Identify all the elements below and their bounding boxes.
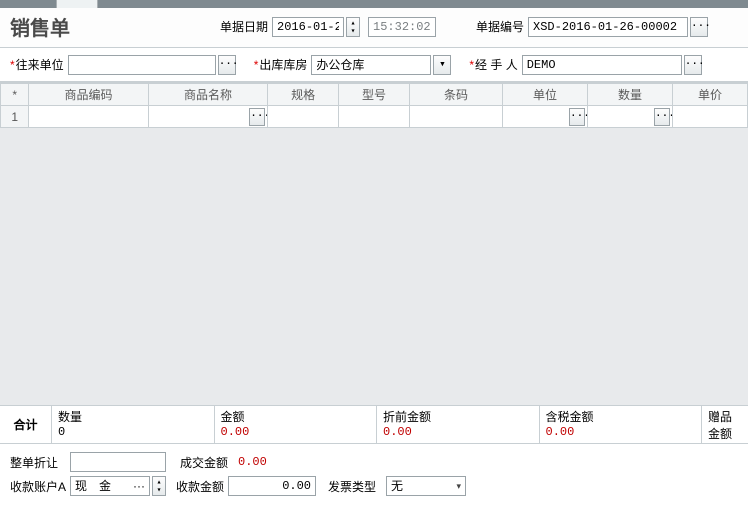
cell-model[interactable] bbox=[339, 106, 410, 128]
date-stepper[interactable]: ▴ ▾ bbox=[346, 17, 360, 37]
deal-amt-label: 成交金额 bbox=[180, 454, 228, 471]
cell-unit-lookup[interactable]: ··· bbox=[569, 108, 585, 126]
criteria-bar: 往来单位 ··· 出库库房 ▾ 经 手 人 ··· bbox=[0, 48, 748, 82]
acct-label: 收款账户A bbox=[10, 478, 66, 495]
deal-amt-value: 0.00 bbox=[238, 455, 267, 469]
col-qty[interactable]: 数量 bbox=[588, 84, 673, 106]
partner-lookup[interactable]: ··· bbox=[218, 55, 236, 75]
active-tab[interactable] bbox=[56, 0, 98, 8]
summary-gift: 赠品金额 bbox=[702, 406, 748, 443]
inv-select[interactable]: 无 ▾ bbox=[386, 476, 466, 496]
col-model[interactable]: 型号 bbox=[339, 84, 410, 106]
row-number: 1 bbox=[1, 106, 29, 128]
col-unit[interactable]: 单位 bbox=[503, 84, 588, 106]
cell-qty[interactable]: ··· bbox=[588, 106, 673, 128]
recv-label: 收款金额 bbox=[176, 478, 224, 495]
footer: 整单折让 成交金额 0.00 收款账户A 现 金 ··· ▴ ▾ 收款金额 发票… bbox=[0, 444, 748, 504]
cell-unit[interactable]: ··· bbox=[503, 106, 588, 128]
page-title: 销售单 bbox=[10, 12, 220, 41]
cell-barcode[interactable] bbox=[409, 106, 502, 128]
grid: * 商品编码 商品名称 规格 型号 条码 单位 数量 单价 1 ··· ··· … bbox=[0, 82, 748, 406]
doc-no-input[interactable] bbox=[528, 17, 688, 37]
summary-amt: 金额 0.00 bbox=[215, 406, 378, 443]
col-name[interactable]: 商品名称 bbox=[148, 84, 267, 106]
acct-lookup[interactable]: ··· bbox=[133, 477, 145, 495]
cell-name-lookup[interactable]: ··· bbox=[249, 108, 265, 126]
warehouse-label: 出库库房 bbox=[254, 56, 308, 73]
col-price[interactable]: 单价 bbox=[673, 84, 748, 106]
recv-input[interactable] bbox=[228, 476, 316, 496]
cell-name[interactable]: ··· bbox=[148, 106, 267, 128]
doc-no-lookup[interactable]: ··· bbox=[690, 17, 708, 37]
acct-stepper[interactable]: ▴ ▾ bbox=[152, 476, 166, 496]
whole-disc-label: 整单折让 bbox=[10, 454, 66, 471]
inv-label: 发票类型 bbox=[328, 478, 376, 495]
cell-spec[interactable] bbox=[268, 106, 339, 128]
table-row[interactable]: 1 ··· ··· ··· bbox=[1, 106, 748, 128]
cell-price[interactable] bbox=[673, 106, 748, 128]
cell-qty-lookup[interactable]: ··· bbox=[654, 108, 670, 126]
title-bar: 销售单 单据日期 ▴ ▾ 单据编号 ··· bbox=[0, 8, 748, 48]
doc-no-group: 单据编号 ··· bbox=[476, 17, 708, 37]
partner-input[interactable] bbox=[68, 55, 216, 75]
acct-select[interactable]: 现 金 ··· bbox=[70, 476, 150, 496]
summary-qty: 数量 0 bbox=[52, 406, 215, 443]
handler-lookup[interactable]: ··· bbox=[684, 55, 702, 75]
doc-date-label: 单据日期 bbox=[220, 18, 268, 35]
col-barcode[interactable]: 条码 bbox=[409, 84, 502, 106]
warehouse-dd[interactable]: ▾ bbox=[433, 55, 451, 75]
partner-label: 往来单位 bbox=[10, 56, 64, 73]
summary-pre: 折前金额 0.00 bbox=[377, 406, 540, 443]
cell-code[interactable] bbox=[29, 106, 148, 128]
rownum-header: * bbox=[1, 84, 29, 106]
summary-label: 合计 bbox=[0, 406, 52, 443]
summary-bar: 合计 数量 0 金额 0.00 折前金额 0.00 含税金额 0.00 赠品金额 bbox=[0, 406, 748, 444]
grid-header-row: * 商品编码 商品名称 规格 型号 条码 单位 数量 单价 bbox=[1, 84, 748, 106]
summary-tax: 含税金额 0.00 bbox=[540, 406, 703, 443]
doc-date-input[interactable] bbox=[272, 17, 344, 37]
handler-input[interactable] bbox=[522, 55, 682, 75]
col-code[interactable]: 商品编码 bbox=[29, 84, 148, 106]
doc-no-label: 单据编号 bbox=[476, 18, 524, 35]
whole-disc-input[interactable] bbox=[70, 452, 166, 472]
doc-time-input bbox=[368, 17, 436, 37]
warehouse-input[interactable] bbox=[311, 55, 431, 75]
col-spec[interactable]: 规格 bbox=[268, 84, 339, 106]
tab-strip bbox=[0, 0, 748, 8]
doc-date-group: 单据日期 ▴ ▾ bbox=[220, 17, 436, 37]
grid-empty-area bbox=[0, 128, 748, 406]
chevron-down-icon: ▾ bbox=[457, 477, 462, 495]
handler-label: 经 手 人 bbox=[469, 56, 517, 73]
